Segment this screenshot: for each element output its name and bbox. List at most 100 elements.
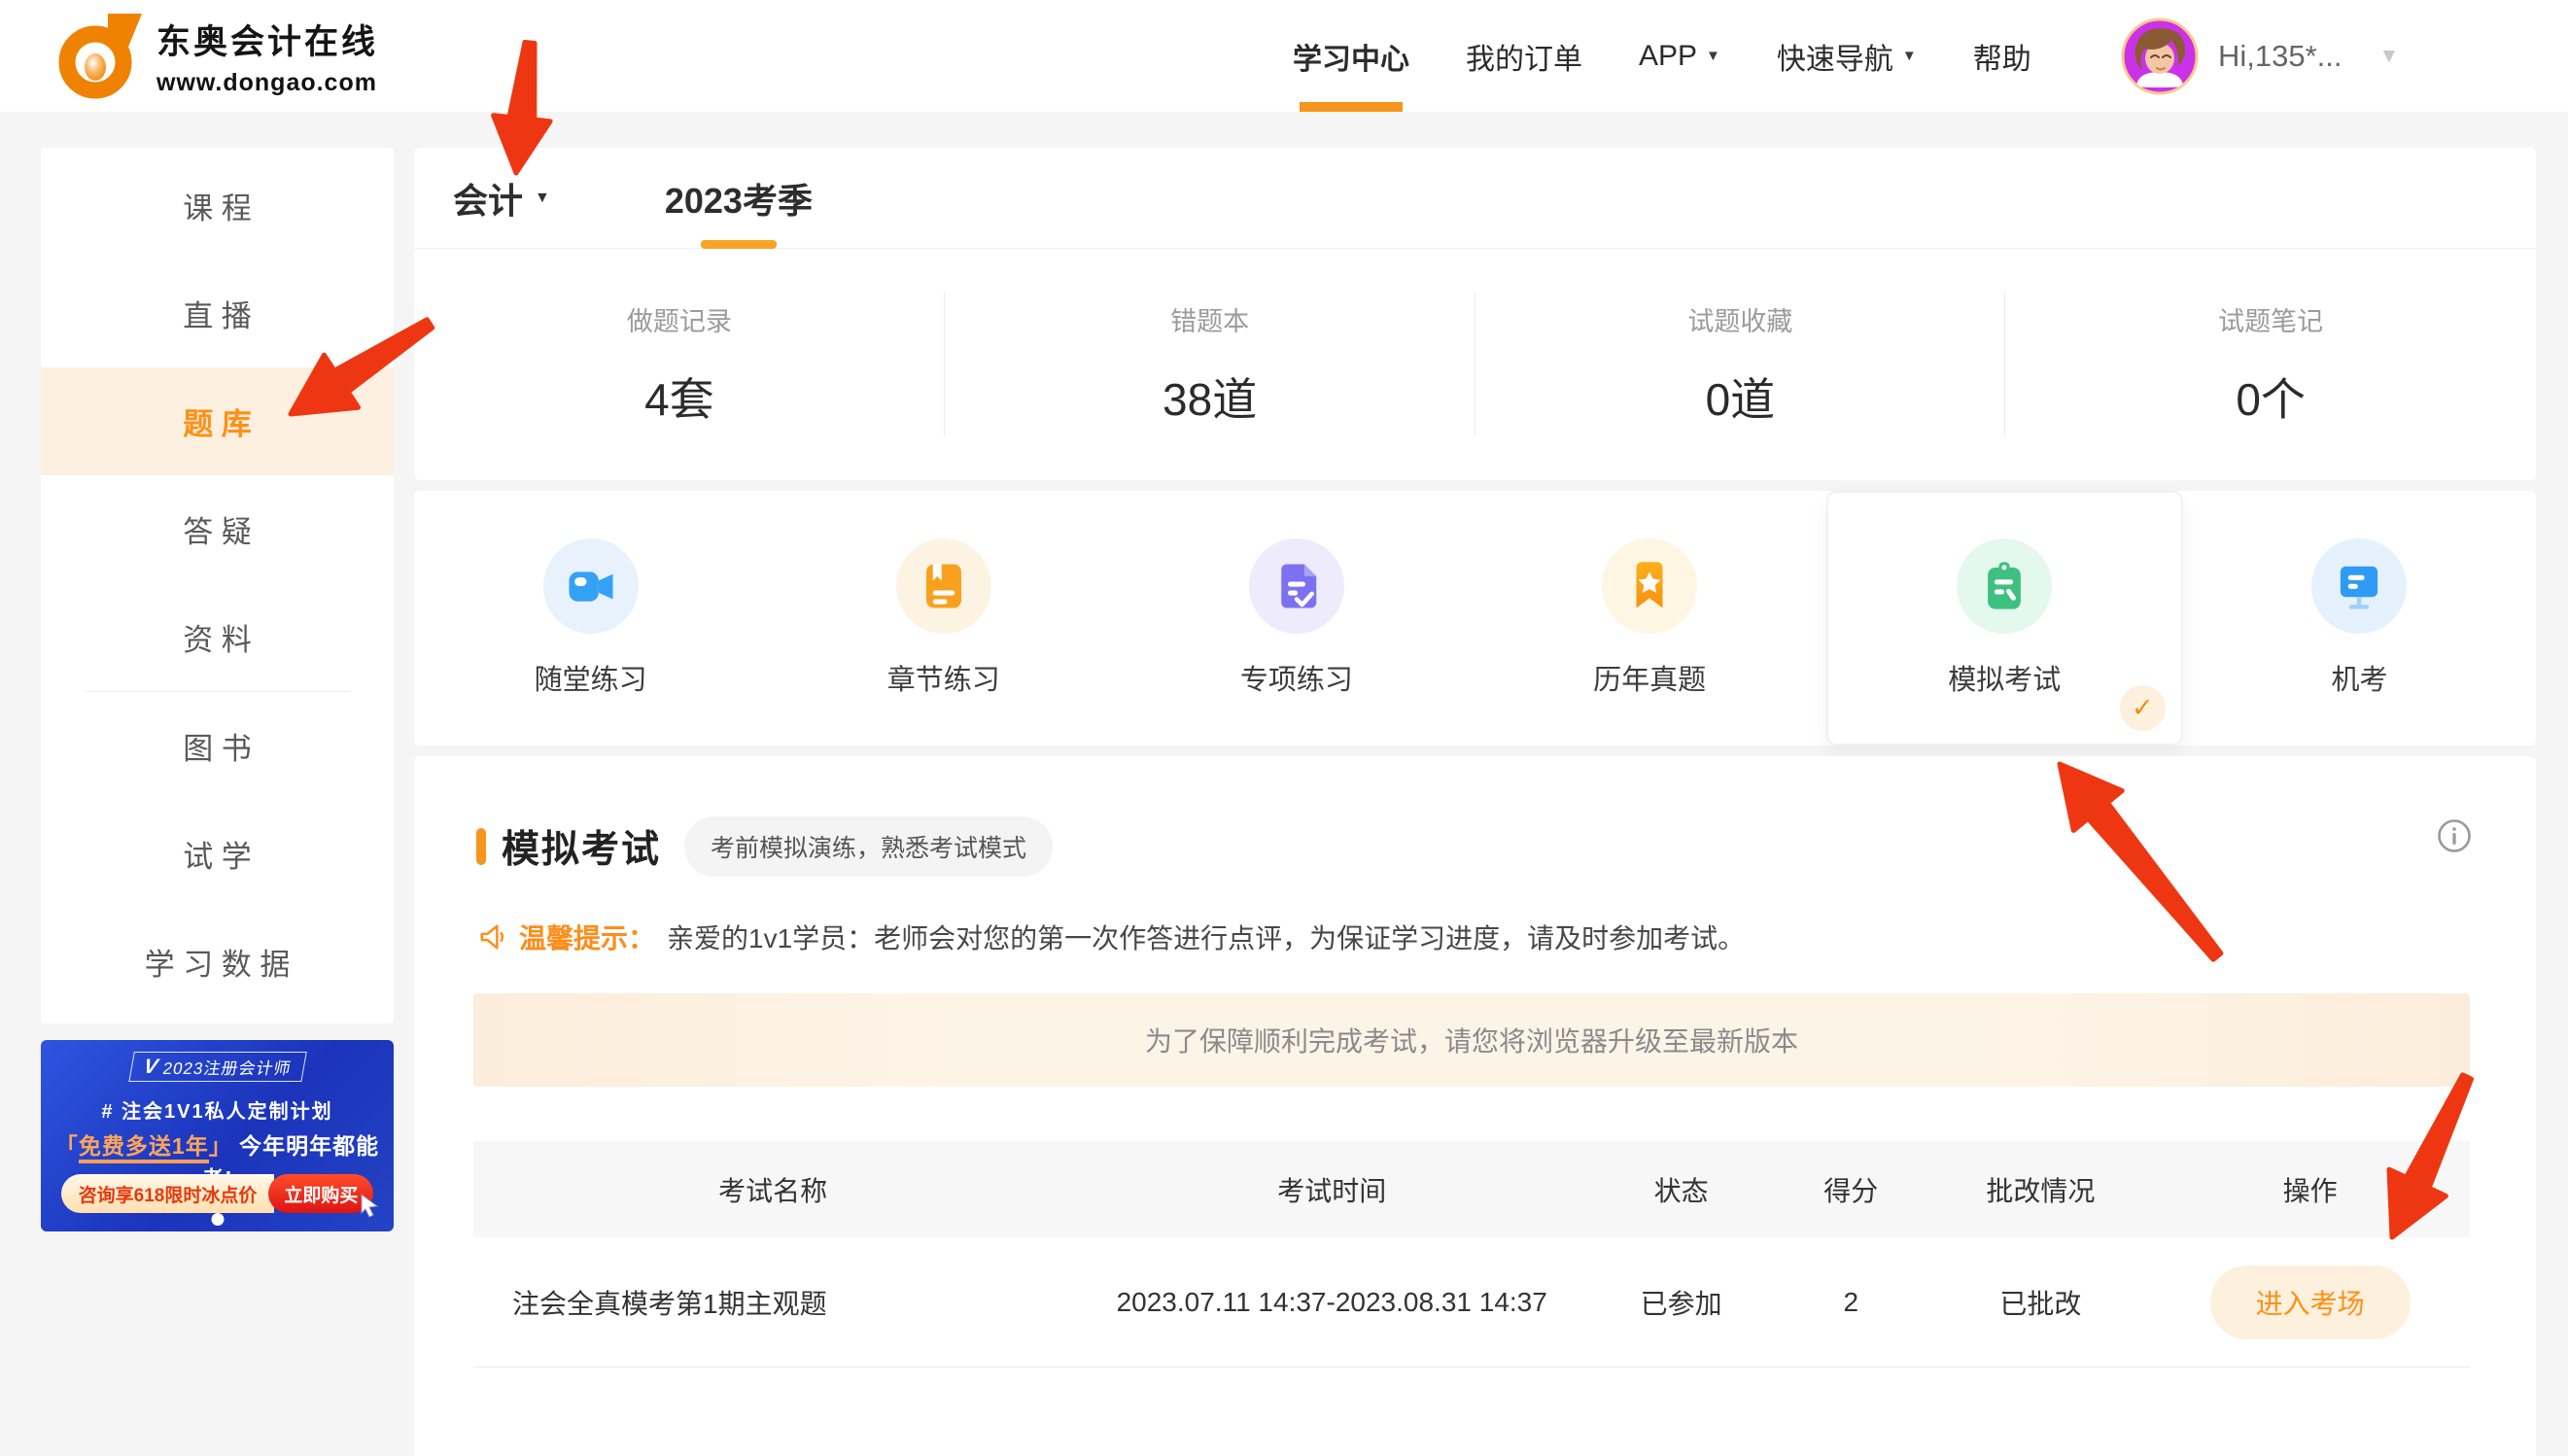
clipboard-icon <box>1957 538 2052 634</box>
stat-favorites[interactable]: 试题收藏 0道 <box>1475 249 2006 479</box>
top-header: 东奥会计在线 www.dongao.com 学习中心 我的订单 APP ▼ 快速… <box>0 0 2568 112</box>
nav-help[interactable]: 帮助 <box>1973 0 2031 112</box>
sidebar-item-label: 直 播 <box>183 292 252 335</box>
sidebar-item-study-data[interactable]: 学 习 数 据 <box>41 908 394 1016</box>
sidebar-item-materials[interactable]: 资 料 <box>41 583 394 691</box>
mode-mock-exam[interactable]: 模拟考试 ✓ <box>1826 491 2183 745</box>
stat-value: 0个 <box>2236 364 2306 429</box>
cell-action: 进入考场 <box>2150 1265 2470 1339</box>
sidebar-item-qa[interactable]: 答 疑 <box>41 475 394 583</box>
nav-label: 帮助 <box>1973 35 2031 78</box>
sidebar-item-books[interactable]: 图 书 <box>41 692 394 800</box>
monitor-icon <box>2311 538 2407 634</box>
stat-value: 0道 <box>1706 364 1776 429</box>
promo-v-logo: V <box>141 1056 158 1079</box>
table-row: 注会全真模考第1期主观题 2023.07.11 14:37-2023.08.31… <box>473 1237 2470 1368</box>
brand-url: www.dongao.com <box>156 69 378 97</box>
nav-my-orders[interactable]: 我的订单 <box>1466 0 1582 112</box>
tabs-stats-card: 会计 ▼ 2023考季 做题记录 4套 错题本 38道 试题收藏 0道 试题笔记 <box>414 148 2536 480</box>
cursor-icon <box>360 1194 381 1225</box>
mode-special-practice[interactable]: 专项练习 <box>1120 491 1473 745</box>
tab-season-2023[interactable]: 2023考季 <box>665 148 813 249</box>
nav-quick-nav[interactable]: 快速导航 ▼ <box>1777 0 1917 112</box>
header-exam-name: 考试名称 <box>473 1170 1072 1209</box>
promo-headline-em: 免费多送1年 <box>79 1133 209 1163</box>
cell-grading: 已批改 <box>1930 1283 2150 1322</box>
header-score: 得分 <box>1771 1170 1930 1209</box>
stat-label: 试题收藏 <box>1687 300 1792 338</box>
mode-chapter-practice[interactable]: 章节练习 <box>767 491 1120 745</box>
stat-value: 4套 <box>644 364 714 429</box>
tip-label: 温馨提示： <box>519 918 655 956</box>
sidebar-item-courses[interactable]: 课 程 <box>41 152 394 260</box>
stats-row: 做题记录 4套 错题本 38道 试题收藏 0道 试题笔记 0个 <box>414 249 2536 479</box>
stat-notes[interactable]: 试题笔记 0个 <box>2005 249 2536 479</box>
user-menu[interactable]: Hi,135*... ▼ <box>2121 0 2399 112</box>
sidebar-item-label: 课 程 <box>183 184 252 227</box>
tabs-row: 会计 ▼ 2023考季 <box>414 148 2536 249</box>
sidebar-item-trial[interactable]: 试 学 <box>41 800 394 908</box>
document-check-icon <box>1249 538 1344 634</box>
section-subtitle-badge: 考前模拟演练，熟悉考试模式 <box>684 816 1053 877</box>
mode-computer-exam[interactable]: 机考 <box>2183 491 2536 745</box>
sidebar-item-label: 图 书 <box>183 724 252 768</box>
nav-label: 学习中心 <box>1293 35 1409 78</box>
practice-modes-card: 随堂练习 章节练习 <box>414 491 2536 745</box>
sidebar-item-live[interactable]: 直 播 <box>41 260 394 367</box>
video-icon <box>543 538 639 634</box>
header-grading: 批改情况 <box>1930 1170 2150 1209</box>
section-accent-bar <box>476 828 486 865</box>
mode-label: 模拟考试 <box>1948 657 2061 698</box>
user-greeting: Hi,135*... <box>2218 39 2342 74</box>
subject-label: 会计 <box>453 173 523 224</box>
carousel-dot[interactable] <box>211 1213 224 1226</box>
chevron-down-icon[interactable]: ▼ <box>2379 45 2400 68</box>
buy-now-label: 立即购买 <box>284 1181 358 1207</box>
mode-classroom-practice[interactable]: 随堂练习 <box>414 491 767 745</box>
stat-label: 错题本 <box>1170 300 1249 338</box>
exam-table: 考试名称 考试时间 状态 得分 批改情况 操作 注会全真模考第1期主观题 202… <box>473 1141 2470 1368</box>
section-header: 模拟考试 考前模拟演练，熟悉考试模式 <box>476 816 2536 877</box>
enter-exam-button[interactable]: 进入考场 <box>2210 1265 2411 1339</box>
sidebar-item-label: 题 库 <box>183 399 252 443</box>
brand-logo[interactable]: 东奥会计在线 www.dongao.com <box>53 11 378 100</box>
promo-cta: 咨询享618限时冰点价 立即购买 <box>41 1174 394 1213</box>
avatar[interactable] <box>2121 17 2199 95</box>
brand-text: 东奥会计在线 www.dongao.com <box>156 15 378 97</box>
stat-wrong-questions[interactable]: 错题本 38道 <box>945 249 1475 479</box>
nav-learning-center[interactable]: 学习中心 <box>1293 0 1409 112</box>
mode-label: 章节练习 <box>887 657 1000 698</box>
promo-badge: V 2023注册会计师 <box>128 1052 306 1082</box>
sidebar-item-question-bank[interactable]: 题 库 <box>41 367 394 475</box>
mode-past-exams[interactable]: 历年真题 <box>1474 491 1826 745</box>
sidebar-item-label: 试 学 <box>183 832 252 876</box>
chevron-down-icon: ▼ <box>1706 48 1720 64</box>
cell-exam-name: 注会全真模考第1期主观题 <box>473 1283 1072 1322</box>
info-icon[interactable] <box>2437 818 2472 853</box>
tip-text: 亲爱的1v1学员：老师会对您的第一次作答进行点评，为保证学习进度，请及时参加考试… <box>667 918 1745 956</box>
mode-label: 历年真题 <box>1593 657 1706 698</box>
cell-score: 2 <box>1771 1287 1930 1318</box>
header-action: 操作 <box>2150 1170 2470 1209</box>
buy-now-button[interactable]: 立即购买 <box>268 1174 373 1213</box>
mode-label: 随堂练习 <box>535 657 647 698</box>
mock-exam-section: 模拟考试 考前模拟演练，熟悉考试模式 温馨提示： 亲爱的1v1学员：老师会对您的… <box>414 756 2536 1456</box>
top-navigation: 学习中心 我的订单 APP ▼ 快速导航 ▼ 帮助 <box>1293 0 2031 112</box>
sidebar-item-label: 资 料 <box>183 615 252 659</box>
promo-banner[interactable]: V 2023注册会计师 # 注会1V1私人定制计划 「免费多送1年」 今年明年都… <box>41 1040 394 1231</box>
sidebar: 课 程 直 播 题 库 答 疑 资 料 图 书 试 学 学 习 数 据 <box>41 148 394 1023</box>
tip-row: 温馨提示： 亲爱的1v1学员：老师会对您的第一次作答进行点评，为保证学习进度，请… <box>478 918 2536 956</box>
cell-exam-time: 2023.07.11 14:37-2023.08.31 14:37 <box>1072 1287 1591 1318</box>
megaphone-icon <box>478 922 507 952</box>
consult-button[interactable]: 咨询享618限时冰点价 <box>61 1174 275 1213</box>
browser-upgrade-notice: 为了保障顺利完成考试，请您将浏览器升级至最新版本 <box>473 993 2470 1087</box>
nav-label: APP <box>1639 40 1697 73</box>
subject-dropdown[interactable]: 会计 ▼ <box>453 173 550 224</box>
promo-line1: # 注会1V1私人定制计划 <box>41 1095 394 1124</box>
mode-label: 机考 <box>2331 657 2387 698</box>
book-icon <box>896 538 991 634</box>
nav-app[interactable]: APP ▼ <box>1639 0 1720 112</box>
sidebar-item-label: 学 习 数 据 <box>145 940 291 984</box>
stat-practice-records[interactable]: 做题记录 4套 <box>414 249 945 479</box>
sidebar-item-label: 答 疑 <box>183 507 252 551</box>
